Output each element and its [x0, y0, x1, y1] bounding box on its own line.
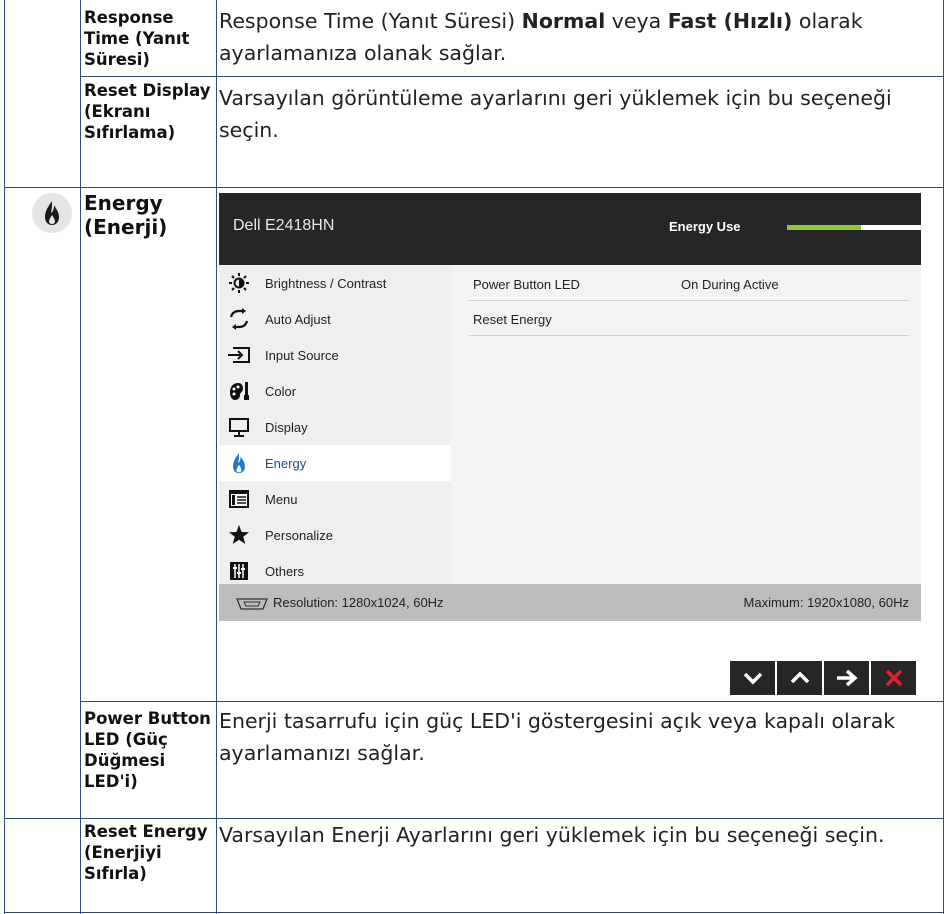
- osd-menu: Brightness / Contrast Auto Adjust Input …: [219, 265, 451, 584]
- desc-text: veya: [605, 9, 668, 33]
- row-divider: [80, 76, 944, 77]
- menu-item-label: Input Source: [265, 347, 339, 363]
- menu-item-label: Personalize: [265, 527, 333, 543]
- close-icon: [885, 669, 902, 687]
- menu-item-auto-adjust[interactable]: Auto Adjust: [219, 301, 451, 337]
- detail-value: On During Active: [681, 277, 779, 292]
- star-icon: [227, 523, 251, 547]
- menu-icon: [227, 487, 251, 511]
- desc-reset-energy: Varsayılan Enerji Ayarlarını geri yüklem…: [219, 823, 885, 847]
- menu-item-label: Menu: [265, 491, 298, 507]
- label-reset-energy: Reset Energy (Enerjiyi Sıfırla): [84, 822, 208, 883]
- input-source-icon: [227, 343, 251, 367]
- nav-up-button[interactable]: [777, 661, 822, 695]
- desc-text: Response Time (Yanıt Süresi): [219, 9, 522, 33]
- label-reset-display: Reset Display (Ekranı Sıfırlama): [84, 81, 211, 142]
- row-divider: [80, 701, 944, 702]
- osd-footer: Resolution: 1280x1024, 60Hz Maximum: 192…: [219, 584, 921, 621]
- brightness-icon: [227, 271, 251, 295]
- row-divider: [4, 187, 944, 188]
- label-response-time: Response Time (Yanıt Süresi): [84, 8, 190, 69]
- menu-item-color[interactable]: Color: [219, 373, 451, 409]
- display-icon: [227, 415, 251, 439]
- energy-badge: [32, 193, 72, 233]
- detail-name: Reset Energy: [473, 312, 552, 327]
- arrow-right-icon: [836, 669, 858, 687]
- menu-item-label: Others: [265, 563, 305, 579]
- nav-exit-button[interactable]: [871, 661, 916, 695]
- menu-item-label: Display: [265, 419, 308, 435]
- menu-item-display[interactable]: Display: [219, 409, 451, 445]
- energy-use-bar: [787, 225, 921, 230]
- nav-enter-button[interactable]: [824, 661, 869, 695]
- energy-use-bar-fill: [787, 225, 861, 230]
- detail-row-power-button-led[interactable]: Power Button LED On During Active: [469, 267, 909, 301]
- color-icon: [227, 379, 251, 403]
- auto-adjust-icon: [227, 307, 251, 331]
- resolution-text: Resolution: 1280x1024, 60Hz: [273, 595, 444, 610]
- desc-bold: Fast (Hızlı): [667, 9, 793, 33]
- table-border-right: [943, 0, 944, 914]
- table-border-mid: [216, 0, 217, 914]
- menu-item-label: Brightness / Contrast: [265, 275, 387, 291]
- flame-icon: [45, 201, 59, 225]
- desc-power-button-led: Enerji tasarrufu için güç LED'i gösterge…: [219, 709, 896, 765]
- osd-detail-panel: Power Button LED On During Active Reset …: [451, 265, 921, 584]
- row-divider: [4, 912, 944, 913]
- document-page: Response Time (Yanıt Süresi) Response Ti…: [0, 0, 949, 914]
- osd-screenshot: Dell E2418HN Energy Use Brightness / Con…: [219, 193, 921, 695]
- menu-item-personalize[interactable]: Personalize: [219, 517, 451, 553]
- chevron-down-icon: [743, 672, 762, 685]
- desc-response-time: Response Time (Yanıt Süresi) Normal veya…: [219, 5, 939, 69]
- menu-item-label: Color: [265, 383, 297, 399]
- detail-row-reset-energy[interactable]: Reset Energy: [469, 302, 909, 336]
- menu-item-energy[interactable]: Energy: [219, 445, 451, 481]
- others-icon: [227, 559, 251, 583]
- detail-name: Power Button LED: [473, 277, 580, 292]
- table-border-outer-left: [4, 0, 5, 914]
- nav-down-button[interactable]: [730, 661, 775, 695]
- vga-connector-icon: [235, 596, 269, 615]
- menu-item-input-source[interactable]: Input Source: [219, 337, 451, 373]
- desc-bold: Normal: [521, 9, 606, 33]
- table-border-left: [80, 0, 81, 914]
- desc-reset-display: Varsayılan görüntüleme ayarlarını geri y…: [219, 86, 892, 142]
- menu-item-label: Energy: [265, 455, 307, 471]
- label-power-button-led: Power Button LED (Güç Düğmesi LED'i): [84, 709, 211, 791]
- osd-header: Dell E2418HN Energy Use: [219, 193, 921, 265]
- chevron-up-icon: [790, 671, 809, 684]
- energy-use-label: Energy Use: [669, 219, 741, 234]
- osd-body: Brightness / Contrast Auto Adjust Input …: [219, 265, 921, 584]
- menu-item-label: Auto Adjust: [265, 311, 331, 327]
- label-energy: Energy (Enerji): [84, 191, 168, 239]
- menu-item-brightness-contrast[interactable]: Brightness / Contrast: [219, 265, 451, 301]
- maximum-resolution-text: Maximum: 1920x1080, 60Hz: [743, 595, 909, 610]
- energy-icon: [227, 451, 251, 475]
- menu-item-menu[interactable]: Menu: [219, 481, 451, 517]
- osd-model-name: Dell E2418HN: [233, 217, 335, 234]
